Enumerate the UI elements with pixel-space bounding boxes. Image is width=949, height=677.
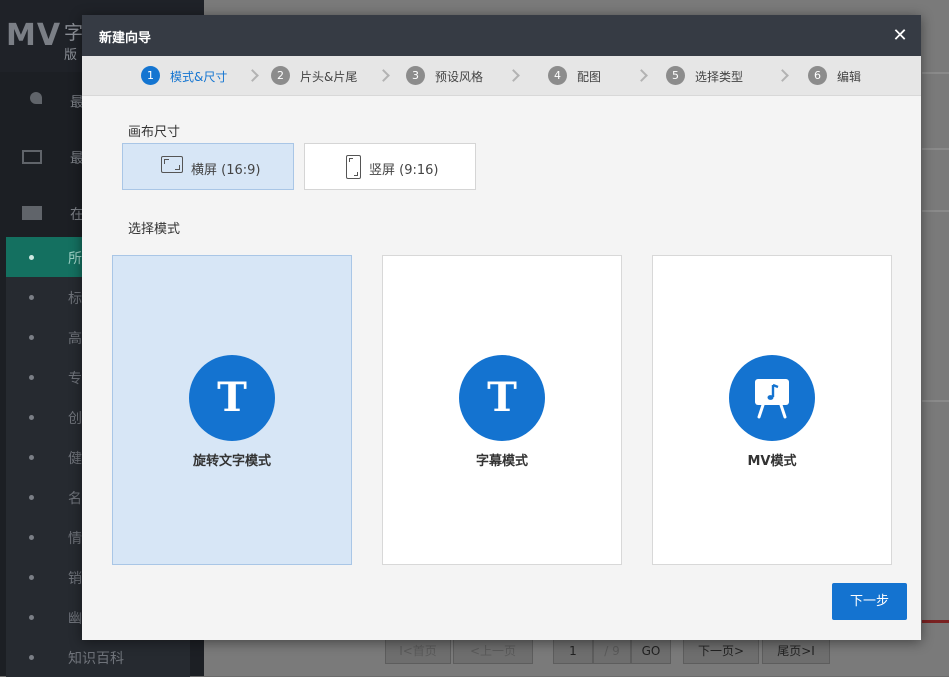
monitor-icon bbox=[22, 206, 42, 220]
mode-card-subtitle[interactable]: T 字幕模式 bbox=[382, 255, 622, 565]
step-label: 片头&片尾 bbox=[300, 70, 358, 84]
submenu-label: 所 bbox=[68, 251, 82, 267]
submenu-label: 销 bbox=[68, 571, 82, 587]
easel-music-icon bbox=[755, 379, 789, 419]
submenu-label: 名 bbox=[68, 491, 82, 507]
mode-card-rotating-text[interactable]: T 旋转文字模式 bbox=[112, 255, 352, 565]
pie-icon bbox=[30, 92, 42, 104]
submenu-label: 情 bbox=[68, 531, 82, 547]
bullet-icon bbox=[29, 415, 34, 420]
pager-go-button[interactable]: GO bbox=[631, 636, 671, 664]
step-number: 1 bbox=[141, 66, 160, 85]
mode-name: 字幕模式 bbox=[475, 454, 528, 469]
chevron-right-icon bbox=[246, 69, 259, 82]
step-number: 6 bbox=[808, 66, 827, 85]
step-number: 4 bbox=[548, 66, 567, 85]
step-number: 3 bbox=[406, 66, 425, 85]
dialog-header: 新建向导 ✕ bbox=[82, 15, 921, 56]
mode-name: 旋转文字模式 bbox=[192, 454, 271, 469]
step-label: 模式&尺寸 bbox=[170, 70, 228, 84]
chevron-right-icon bbox=[507, 69, 520, 82]
submenu-label: 高 bbox=[68, 331, 82, 347]
submenu-label: 幽 bbox=[68, 611, 82, 627]
divider bbox=[922, 210, 949, 212]
submenu-label: 专 bbox=[68, 371, 82, 387]
bullet-icon bbox=[29, 335, 34, 340]
mode-name: MV模式 bbox=[747, 454, 797, 469]
bullet-icon bbox=[29, 255, 34, 260]
next-step-button[interactable]: 下一步 bbox=[832, 583, 907, 620]
bullet-icon bbox=[29, 575, 34, 580]
divider bbox=[922, 620, 949, 623]
text-t-icon: T bbox=[217, 374, 247, 421]
bullet-icon bbox=[29, 295, 34, 300]
landscape-button[interactable]: 横屏 (16:9) bbox=[122, 143, 294, 190]
mode-icon-circle bbox=[729, 355, 815, 441]
new-wizard-dialog: 新建向导 ✕ 1 模式&尺寸 2 片头&片尾 3 预设风格 4 配图 5 选择类… bbox=[82, 15, 921, 640]
bullet-icon bbox=[29, 615, 34, 620]
chevron-right-icon bbox=[377, 69, 390, 82]
bullet-icon bbox=[29, 455, 34, 460]
bullet-icon bbox=[29, 655, 34, 660]
bullet-icon bbox=[29, 375, 34, 380]
step-label: 编辑 bbox=[837, 70, 862, 84]
submenu-label: 标 bbox=[68, 291, 82, 307]
check-box-icon bbox=[22, 150, 42, 164]
divider bbox=[922, 72, 949, 74]
pager-first-button[interactable]: I<首页 bbox=[385, 636, 451, 664]
bullet-icon bbox=[29, 535, 34, 540]
logo-title: 字 bbox=[64, 22, 84, 44]
bullet-icon bbox=[29, 495, 34, 500]
landscape-label: 横屏 (16:9) bbox=[191, 163, 261, 178]
step-label: 配图 bbox=[577, 70, 602, 84]
step-number: 2 bbox=[271, 66, 290, 85]
pager-page-input[interactable]: 1 bbox=[553, 636, 593, 664]
pager-total: / 9 bbox=[593, 636, 631, 664]
chevron-right-icon bbox=[776, 69, 789, 82]
divider bbox=[922, 400, 949, 402]
landscape-icon bbox=[161, 156, 183, 173]
portrait-icon bbox=[346, 155, 361, 179]
mode-icon-circle: T bbox=[459, 355, 545, 441]
canvas-size-label: 画布尺寸 bbox=[128, 125, 181, 140]
submenu-label: 知识百科 bbox=[68, 651, 124, 667]
step-label: 选择类型 bbox=[695, 70, 744, 84]
pager-next-button[interactable]: 下一页> bbox=[683, 636, 759, 664]
logo-text: MV bbox=[6, 18, 62, 53]
pager-last-button[interactable]: 尾页>I bbox=[762, 636, 830, 664]
logo-subtitle: 版 bbox=[64, 48, 78, 63]
chevron-right-icon bbox=[635, 69, 648, 82]
portrait-label: 竖屏 (9:16) bbox=[369, 163, 439, 178]
step-number: 5 bbox=[666, 66, 685, 85]
submenu-label: 创 bbox=[68, 411, 82, 427]
close-icon[interactable]: ✕ bbox=[888, 24, 912, 48]
dialog-title: 新建向导 bbox=[99, 31, 152, 46]
step-label: 预设风格 bbox=[435, 70, 484, 84]
submenu-item-10[interactable]: 知识百科 bbox=[6, 637, 190, 677]
submenu-label: 健 bbox=[68, 451, 82, 467]
pager-prev-button[interactable]: <上一页 bbox=[453, 636, 533, 664]
text-t-icon: T bbox=[487, 374, 517, 421]
mode-card-mv[interactable]: MV模式 bbox=[652, 255, 892, 565]
mode-label: 选择模式 bbox=[128, 222, 181, 237]
mode-icon-circle: T bbox=[189, 355, 275, 441]
portrait-button[interactable]: 竖屏 (9:16) bbox=[304, 143, 476, 190]
wizard-steps: 1 模式&尺寸 2 片头&片尾 3 预设风格 4 配图 5 选择类型 6 编辑 bbox=[82, 56, 921, 96]
divider bbox=[922, 148, 949, 150]
